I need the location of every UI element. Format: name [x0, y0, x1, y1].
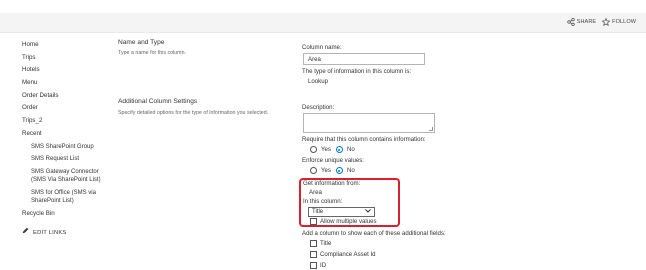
additional-fields-label: Add a column to show each of these addit…: [302, 230, 446, 237]
enforce-yes-radio[interactable]: [310, 167, 317, 174]
require-radio-group: Yes No: [310, 146, 355, 153]
resize-grip-icon[interactable]: [429, 127, 433, 131]
get-info-label: Get information from:: [303, 180, 361, 187]
section-desc-additional: Specify detailed options for the type of…: [118, 110, 269, 116]
enforce-radio-group: Yes No: [310, 167, 355, 174]
require-label: Require that this column contains inform…: [302, 136, 426, 143]
field-label-title: Title: [320, 240, 332, 247]
share-icon: [567, 18, 575, 26]
nav-item-order[interactable]: Order: [22, 102, 112, 115]
get-info-value: Area: [309, 189, 322, 196]
nav-recent-sms-request-list[interactable]: SMS Request List: [22, 153, 112, 166]
top-actions: SHARE FOLLOW: [567, 18, 636, 26]
allow-multiple-label: Allow multiple values: [320, 218, 377, 225]
chevron-down-icon: [365, 208, 371, 216]
nav-item-trips-2[interactable]: Trips_2: [22, 115, 112, 128]
edit-links-label: EDIT LINKS: [33, 229, 67, 236]
top-bar: SHARE FOLLOW: [0, 13, 646, 33]
nav-item-recycle-bin[interactable]: Recycle Bin: [22, 208, 112, 221]
enforce-label: Enforce unique values:: [302, 157, 364, 164]
share-label: SHARE: [576, 19, 597, 25]
edit-links-button[interactable]: EDIT LINKS: [22, 227, 112, 240]
field-row: ID: [310, 262, 326, 269]
nav-item-home[interactable]: Home: [22, 39, 112, 52]
require-yes-radio[interactable]: [310, 146, 317, 153]
share-button[interactable]: SHARE: [567, 18, 596, 26]
nav-recent-sms-gateway-connector[interactable]: SMS Gateway Connector (SMS Via SharePoin…: [22, 166, 102, 187]
in-column-selected: Title: [312, 209, 324, 215]
nav-item-order-details[interactable]: Order Details: [22, 90, 112, 103]
left-navigation: Home Trips Hotels Menu Order Details Ord…: [22, 39, 112, 239]
field-checkbox-id[interactable]: [310, 262, 317, 269]
nav-item-trips[interactable]: Trips: [22, 52, 112, 65]
nav-item-hotels[interactable]: Hotels: [22, 64, 112, 77]
in-column-select[interactable]: Title: [308, 207, 375, 217]
nav-item-menu[interactable]: Menu: [22, 77, 112, 90]
field-checkbox-title[interactable]: [310, 240, 317, 247]
enforce-yes-label: Yes: [321, 167, 331, 174]
type-label: The type of information in this column i…: [302, 68, 412, 75]
field-label-compliance-asset-id: Compliance Asset Id: [320, 251, 376, 258]
field-row: Compliance Asset Id: [310, 251, 376, 258]
field-label-id: ID: [320, 262, 327, 269]
require-no-label: No: [346, 146, 355, 153]
nav-item-recent[interactable]: Recent: [22, 128, 112, 141]
allow-multiple-row: Allow multiple values: [310, 218, 377, 225]
in-column-label: In this column:: [303, 198, 343, 205]
section-title-name-type: Name and Type: [118, 39, 165, 46]
star-icon: [602, 18, 611, 26]
description-label: Description:: [302, 104, 335, 111]
column-name-input[interactable]: Area: [303, 53, 425, 65]
field-checkbox-compliance-asset-id[interactable]: [310, 251, 317, 258]
type-value: Lookup: [308, 78, 328, 85]
field-row: Title: [310, 240, 331, 247]
require-yes-label: Yes: [321, 146, 331, 153]
nav-recent-sms-sharepoint-group[interactable]: SMS SharePoint Group: [22, 141, 112, 154]
column-name-label: Column name:: [302, 44, 342, 51]
follow-button[interactable]: FOLLOW: [602, 18, 636, 26]
section-desc-name-type: Type a name for this column.: [118, 50, 187, 56]
enforce-no-label: No: [346, 167, 355, 174]
description-textarea[interactable]: [303, 113, 435, 133]
enforce-no-radio[interactable]: [335, 167, 343, 174]
section-title-additional: Additional Column Settings: [118, 98, 198, 105]
follow-label: FOLLOW: [612, 19, 636, 25]
require-no-radio[interactable]: [335, 146, 343, 153]
nav-recent-sms-for-office[interactable]: SMS for Office (SMS via SharePoint List): [22, 187, 102, 208]
allow-multiple-checkbox[interactable]: [310, 218, 317, 225]
pencil-icon: [22, 227, 29, 240]
